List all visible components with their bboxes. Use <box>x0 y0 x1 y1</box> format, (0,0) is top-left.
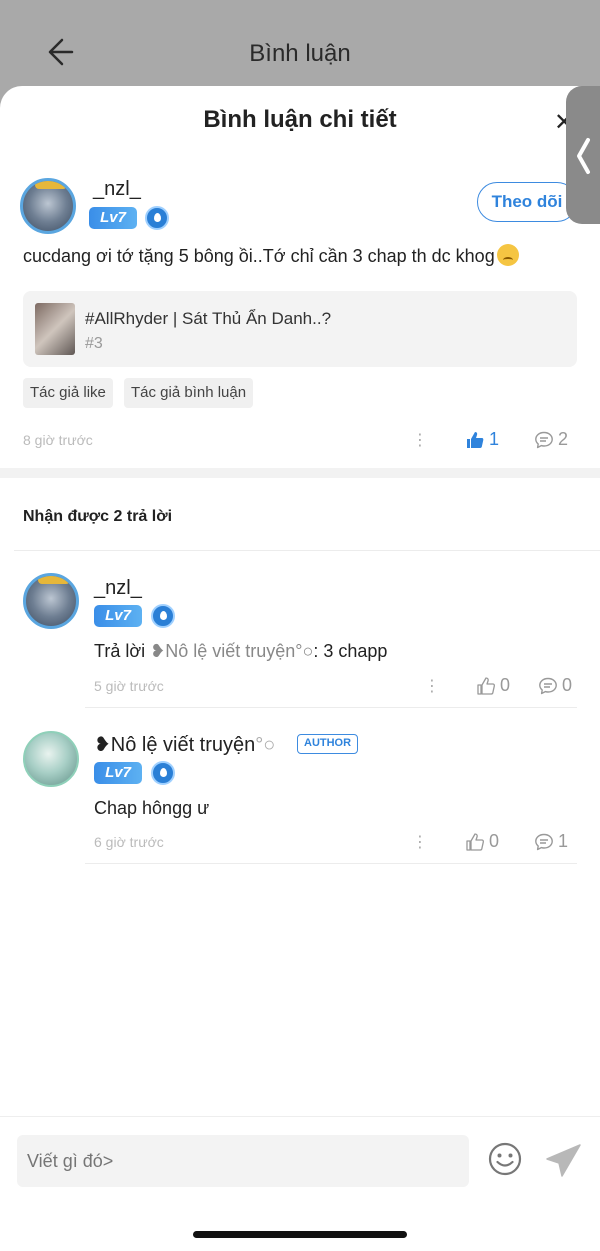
water-drop-icon <box>151 761 175 785</box>
story-title: #AllRhyder | Sát Thủ Ẩn Danh..? <box>85 309 332 328</box>
reply-count: 1 <box>558 831 569 851</box>
comment-time: 8 giờ trước <box>23 432 93 448</box>
like-count: 1 <box>489 429 500 449</box>
reply-text: Trả lời ❥Nô lệ viết truyện°○: 3 chapp <box>94 641 387 662</box>
author-badge: AUTHOR <box>297 734 359 754</box>
comment-username[interactable]: _nzl_ <box>93 178 141 201</box>
level-badge: Lv7 <box>89 207 137 229</box>
reply-prefix: Trả lời <box>94 641 151 661</box>
like-count: 0 <box>489 831 500 851</box>
reply-count-button[interactable]: 0 <box>538 675 572 696</box>
story-thumbnail <box>35 303 75 355</box>
avatar[interactable] <box>23 731 79 787</box>
smiley-icon[interactable] <box>487 1141 523 1177</box>
more-icon[interactable]: ⋮ <box>412 430 428 450</box>
pleading-face-emoji-icon <box>496 244 519 266</box>
like-button[interactable]: 1 <box>465 429 499 450</box>
reply-count-button[interactable]: 1 <box>534 831 568 852</box>
comment-icon <box>539 677 557 694</box>
thumbs-up-icon <box>467 431 484 448</box>
thumbs-up-icon <box>477 676 495 695</box>
story-card[interactable]: #AllRhyder | Sát Thủ Ẩn Danh..? #3 <box>23 291 577 367</box>
water-drop-icon <box>145 206 169 230</box>
more-icon[interactable]: ⋮ <box>424 676 440 696</box>
water-drop-icon <box>151 604 175 628</box>
home-indicator <box>193 1231 407 1238</box>
reply-count-button[interactable]: 2 <box>534 429 568 450</box>
reply-username-text: ❥Nô lệ viết truyện <box>94 734 256 756</box>
comment-icon <box>535 833 553 850</box>
like-button[interactable]: 0 <box>476 675 510 696</box>
reply-count: 0 <box>562 675 573 695</box>
comment-detail-sheet: Bình luận chi tiết ✕ _nzl_ Lv7 Theo dõi … <box>0 86 600 1251</box>
mention-suffix: °○ <box>295 641 314 661</box>
section-divider <box>0 468 600 478</box>
tag-author-comment: Tác giả bình luận <box>124 378 254 408</box>
chevron-left-icon <box>577 138 590 174</box>
reply-username[interactable]: ❥Nô lệ viết truyện°○ <box>94 732 275 757</box>
story-chapter: #3 <box>85 335 103 352</box>
send-icon[interactable] <box>544 1141 584 1181</box>
reply-count: 2 <box>558 429 569 449</box>
sheet-title: Bình luận chi tiết <box>203 106 397 133</box>
tag-author-like: Tác giả like <box>23 378 113 408</box>
reply-suffix: : 3 chapp <box>313 641 388 661</box>
comment-input-bar <box>0 1116 600 1251</box>
divider <box>14 550 600 551</box>
mention-link[interactable]: ❥Nô lệ viết truyện <box>150 641 295 661</box>
comment-input[interactable] <box>17 1135 469 1187</box>
comment-text: cucdang ơi tớ tặng 5 bông ồi..Tớ chỉ cần… <box>23 244 519 267</box>
reply-time: 6 giờ trước <box>94 834 164 850</box>
thumbs-up-icon <box>466 832 484 851</box>
replies-header: Nhận được 2 trả lời <box>23 508 173 525</box>
follow-button[interactable]: Theo dõi <box>477 182 577 222</box>
more-icon[interactable]: ⋮ <box>412 832 428 852</box>
reply-username-suffix: °○ <box>255 734 276 756</box>
reply-username[interactable]: _nzl_ <box>94 577 142 600</box>
comment-icon <box>535 431 553 448</box>
like-button[interactable]: 0 <box>465 831 499 852</box>
reply-time: 5 giờ trước <box>94 678 164 694</box>
comment-body: cucdang ơi tớ tặng 5 bông ồi..Tớ chỉ cần… <box>23 246 495 266</box>
like-count: 0 <box>500 675 511 695</box>
background-title: Bình luận <box>249 40 351 67</box>
divider <box>85 863 577 864</box>
avatar[interactable] <box>23 573 79 629</box>
side-drawer-handle[interactable] <box>566 86 600 224</box>
level-badge: Lv7 <box>94 762 142 784</box>
divider <box>85 707 577 708</box>
reply-text: Chap hôngg ư <box>94 798 210 818</box>
level-badge: Lv7 <box>94 605 142 627</box>
avatar[interactable] <box>20 178 76 234</box>
